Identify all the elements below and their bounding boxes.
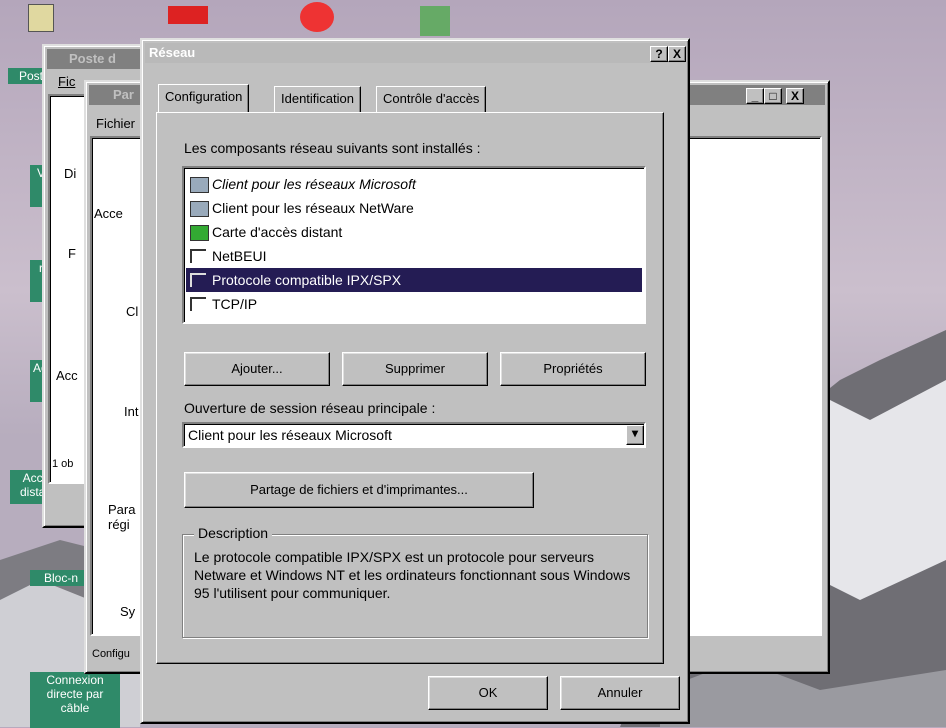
list-item[interactable]: Client pour les réseaux Microsoft — [186, 172, 642, 196]
list-item[interactable]: NetBEUI — [186, 244, 642, 268]
panneau-status: Configu — [92, 648, 130, 660]
remove-button[interactable]: Supprimer — [342, 352, 488, 386]
protocol-icon — [190, 249, 206, 263]
logon-select-value: Client pour les réseaux Microsoft — [188, 427, 392, 443]
tab-identification[interactable]: Identification — [274, 86, 361, 112]
close-button-back[interactable]: X — [786, 88, 804, 104]
recycle-icon[interactable] — [420, 6, 450, 36]
poste-item-0[interactable]: Di — [64, 166, 76, 181]
share-button[interactable]: Partage de fichiers et d'imprimantes... — [184, 472, 534, 508]
description-text: Le protocole compatible IPX/SPX est un p… — [194, 549, 631, 601]
protocol-icon — [190, 273, 206, 287]
maximize-button[interactable]: □ — [764, 88, 782, 104]
panneau-title: Par — [113, 87, 134, 102]
list-item[interactable]: Carte d'accès distant — [186, 220, 642, 244]
client-icon — [190, 177, 209, 193]
chevron-down-icon[interactable]: ▾ — [626, 425, 644, 445]
reseau-dialog[interactable]: Réseau ? X Configuration Identification … — [140, 38, 690, 724]
star-icon[interactable] — [300, 2, 334, 32]
minimize-button[interactable]: _ — [746, 88, 764, 104]
add-button[interactable]: Ajouter... — [184, 352, 330, 386]
adapter-icon — [190, 225, 209, 241]
desktop-label-6[interactable]: Connexion directe par câble — [30, 672, 120, 728]
poste-title: Poste d — [69, 51, 116, 66]
poste-titlebar[interactable]: Poste d — [47, 49, 151, 69]
panneau-menu-file[interactable]: Fichier — [96, 116, 135, 131]
components-label: Les composants réseau suivants sont inst… — [184, 140, 481, 156]
close-button[interactable]: X — [668, 46, 686, 62]
computer-icon[interactable] — [28, 4, 54, 32]
panneau-item-2[interactable]: Int — [124, 404, 138, 419]
list-item-selected[interactable]: Protocole compatible IPX/SPX — [186, 268, 642, 292]
poste-item-2[interactable]: Acc — [56, 368, 78, 383]
description-title: Description — [194, 525, 273, 541]
list-item[interactable]: TCP/IP — [186, 292, 642, 316]
tab-access-control[interactable]: Contrôle d'accès — [376, 86, 487, 112]
poste-item-1[interactable]: F — [68, 246, 76, 261]
network-icon[interactable] — [168, 6, 208, 24]
ok-button[interactable]: OK — [428, 676, 548, 710]
properties-button[interactable]: Propriétés — [500, 352, 646, 386]
cancel-button[interactable]: Annuler — [560, 676, 680, 710]
panneau-item-0[interactable]: Acce — [94, 206, 123, 221]
poste-status: 1 ob — [52, 458, 74, 470]
components-list[interactable]: Client pour les réseaux Microsoft Client… — [182, 166, 646, 324]
reseau-title: Réseau — [149, 45, 196, 60]
list-item[interactable]: Client pour les réseaux NetWare — [186, 196, 642, 220]
panneau-item-1[interactable]: Cl — [126, 304, 138, 319]
protocol-icon — [190, 297, 206, 311]
logon-select[interactable]: Client pour les réseaux Microsoft ▾ — [182, 422, 646, 448]
logon-label: Ouverture de session réseau principale : — [184, 400, 436, 416]
client-icon — [190, 201, 209, 217]
desktop-label-5[interactable]: Bloc-n — [30, 570, 92, 586]
panneau-item-4[interactable]: Sy — [120, 604, 135, 619]
reseau-titlebar[interactable]: Réseau — [145, 43, 685, 63]
tab-configuration[interactable]: Configuration — [158, 84, 250, 112]
help-button[interactable]: ? — [650, 46, 668, 62]
poste-menu-file[interactable]: Fic — [58, 74, 75, 89]
